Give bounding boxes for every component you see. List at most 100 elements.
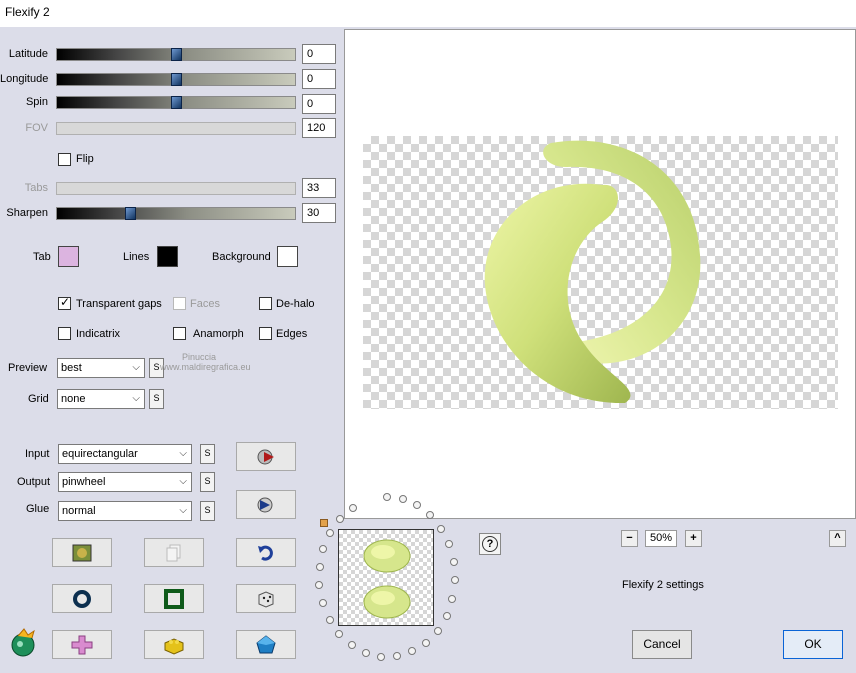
chevron-down-icon: ⌵ [179,476,187,487]
watermark-line2: www.maldiregrafica.eu [160,362,251,372]
flip-checkbox[interactable] [58,153,71,166]
anamorph-checkbox[interactable] [173,327,186,340]
grid-select[interactable]: none ⌵ [57,389,145,409]
orbit-dot[interactable] [319,599,327,607]
copy-button [144,538,204,567]
orbit-dot[interactable] [399,495,407,503]
preview-select-value: best [61,362,82,374]
orbit-dot[interactable] [326,616,334,624]
orbit-dot[interactable] [362,649,370,657]
orbit-dot[interactable] [349,504,357,512]
orbit-dot[interactable] [408,647,416,655]
glue-select[interactable]: normal ⌵ [58,501,192,521]
grid-s-button[interactable]: S [149,389,164,409]
fov-label: FOV [25,122,48,134]
orbit-dot[interactable] [316,563,324,571]
lines-color-swatch[interactable] [157,246,178,267]
tab-color-swatch[interactable] [58,246,79,267]
edges-checkbox[interactable] [259,327,272,340]
flip-label: Flip [76,153,94,165]
sharpen-input[interactable]: 30 [302,203,336,223]
check-mark-icon: ✓ [60,295,71,309]
de-halo-checkbox[interactable] [259,297,272,310]
indicatrix-checkbox[interactable] [58,327,71,340]
output-select-value: pinwheel [62,476,106,488]
puzzle-button[interactable] [52,630,112,659]
orbit-dot[interactable] [448,595,456,603]
transparent-gaps-label: Transparent gaps [76,298,162,310]
edges-label: Edges [276,328,308,340]
frame-button[interactable] [144,584,204,613]
spin-input[interactable]: 0 [302,94,336,114]
input-select-value: equirectangular [62,448,138,460]
orbit-dot[interactable] [326,529,334,537]
spin-slider[interactable] [56,96,296,109]
ring-button[interactable] [52,584,112,613]
square-frame-icon [164,588,184,609]
latitude-input[interactable]: 0 [302,44,336,64]
preview-canvas[interactable] [344,29,856,519]
help-button[interactable]: ? [479,533,501,555]
pinwheel-preview-image [484,140,701,404]
output-select[interactable]: pinwheel ⌵ [58,472,192,492]
orbit-dot[interactable] [335,630,343,638]
orbit-dot[interactable] [377,653,385,661]
page-copy-icon [166,544,181,561]
spin-slider-thumb[interactable] [171,96,182,109]
latitude-slider-thumb[interactable] [171,48,182,61]
orbit-dot[interactable] [434,627,442,635]
orbit-dot[interactable] [413,501,421,509]
orbit-dot[interactable] [336,515,344,523]
zoom-in-button[interactable]: + [685,530,702,547]
watermark-line1: Pinuccia [182,352,217,362]
orbit-dot[interactable] [443,612,451,620]
orbit-dot[interactable] [437,525,445,533]
brick-button[interactable] [144,630,204,659]
glue-label: Glue [26,503,50,515]
sharpen-slider-thumb[interactable] [125,207,136,220]
orbit-dot[interactable] [450,558,458,566]
orbit-dot[interactable] [383,493,391,501]
tabs-slider [56,182,296,195]
output-s-button[interactable]: S [200,472,215,492]
load-image-button[interactable] [52,538,112,567]
longitude-input[interactable]: 0 [302,69,336,89]
transparent-gaps-checkbox[interactable]: ✓ [58,295,71,310]
undo-button[interactable] [236,538,296,567]
orbit-marker-icon[interactable] [320,519,328,527]
input-s-button[interactable]: S [200,444,215,464]
longitude-slider-thumb[interactable] [171,73,182,86]
de-halo-label: De-halo [276,298,315,310]
orbit-dot[interactable] [393,652,401,660]
orbit-dot[interactable] [422,639,430,647]
zoom-out-button[interactable]: − [621,530,638,547]
orbit-dot[interactable] [315,581,323,589]
animate-button[interactable] [236,490,296,519]
input-select[interactable]: equirectangular ⌵ [58,444,192,464]
fov-input[interactable]: 120 [302,118,336,138]
faces-checkbox [173,297,186,310]
help-icon: ? [482,536,498,552]
sharpen-slider[interactable] [56,207,296,220]
collapse-button[interactable]: ^ [829,530,846,547]
polyhedron-button[interactable] [236,630,296,659]
orbit-dot[interactable] [319,545,327,553]
orbit-dot[interactable] [451,576,459,584]
globe-image-icon [72,544,92,561]
render-button[interactable] [236,442,296,471]
latitude-slider[interactable] [56,48,296,61]
orbit-dot[interactable] [445,540,453,548]
ok-button[interactable]: OK [783,630,843,659]
random-button[interactable] [236,584,296,613]
orbit-dot[interactable] [426,511,434,519]
background-color-swatch[interactable] [277,246,298,267]
tab-color-label: Tab [33,251,51,263]
cancel-button[interactable]: Cancel [632,630,692,659]
longitude-slider[interactable] [56,73,296,86]
preview-select[interactable]: best ⌵ [57,358,145,378]
longitude-label: Longitude [0,73,49,85]
tabs-input[interactable]: 33 [302,178,336,198]
glue-s-button[interactable]: S [200,501,215,521]
orbit-dot[interactable] [348,641,356,649]
navigator-thumbnail[interactable] [338,529,434,626]
